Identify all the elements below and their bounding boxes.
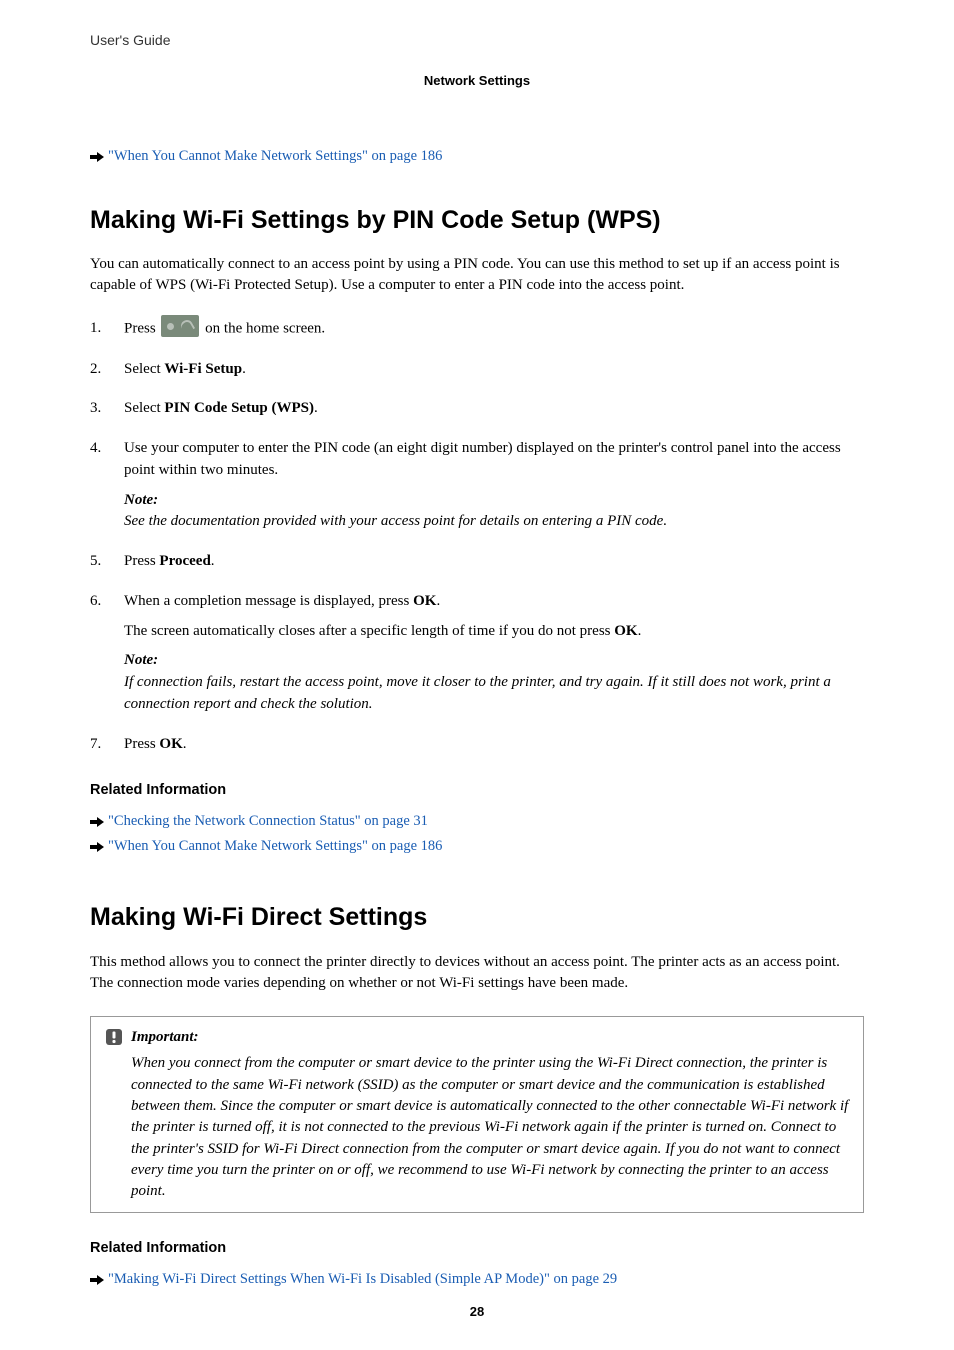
network-icon [161,315,199,337]
step5-text-b: . [211,553,215,569]
page-number: 28 [0,1303,954,1322]
note-2: Note: If connection fails, restart the a… [124,650,864,715]
step6-strong: OK [413,593,436,609]
related-link-row: "Making Wi-Fi Direct Settings When Wi-Fi… [90,1269,864,1290]
header-left: User's Guide [90,30,864,50]
step3-text-b: . [314,400,318,416]
related-link-2-1[interactable]: "Making Wi-Fi Direct Settings When Wi-Fi… [108,1269,617,1290]
step-4: Use your computer to enter the PIN code … [90,438,864,533]
step5-strong: Proceed [159,553,210,569]
step-7: Press OK. [90,734,864,756]
step7-text-a: Press [124,736,159,752]
step-1: Press on the home screen. [90,318,864,340]
note1-text: See the documentation provided with your… [124,511,864,533]
related-info-heading-2: Related Information [90,1238,864,1259]
important-icon [105,1028,123,1046]
related-link-row: "Checking the Network Connection Status"… [90,811,864,832]
header-breadcrumb: Network Settings [90,72,864,91]
step7-text-b: . [183,736,187,752]
important-label: Important: [131,1027,199,1049]
step2-text-b: . [242,361,246,377]
step6-text-a: When a completion message is displayed, … [124,593,413,609]
step3-strong: PIN Code Setup (WPS) [164,400,314,416]
step6-sub-strong: OK [614,623,637,639]
step4-text: Use your computer to enter the PIN code … [124,440,841,478]
step6-sub-b: . [638,623,642,639]
section-heading-direct: Making Wi-Fi Direct Settings [90,899,864,935]
step2-strong: Wi-Fi Setup [164,361,242,377]
step6-sub: The screen automatically closes after a … [124,621,864,643]
note2-text: If connection fails, restart the access … [124,672,864,716]
step6-sub-a: The screen automatically closes after a … [124,623,614,639]
step1-text-b: on the home screen. [201,321,325,337]
arrow-right-icon [90,151,104,163]
step1-text-a: Press [124,321,159,337]
related-info-heading-1: Related Information [90,780,864,801]
note-1: Note: See the documentation provided wit… [124,490,864,534]
arrow-right-icon [90,841,104,853]
arrow-right-icon [90,1274,104,1286]
important-body: When you connect from the computer or sm… [105,1053,849,1202]
important-callout: Important: When you connect from the com… [90,1016,864,1214]
step-2: Select Wi-Fi Setup. [90,359,864,381]
top-cross-reference: "When You Cannot Make Network Settings" … [90,146,864,167]
related-link-1-1[interactable]: "Checking the Network Connection Status"… [108,811,428,832]
section2-intro: This method allows you to connect the pr… [90,952,864,994]
step-6: When a completion message is displayed, … [90,591,864,716]
step-3: Select PIN Code Setup (WPS). [90,398,864,420]
note2-label: Note: [124,650,864,672]
cross-reference-link[interactable]: "When You Cannot Make Network Settings" … [108,146,442,167]
arrow-right-icon [90,816,104,828]
note1-label: Note: [124,490,864,512]
procedure-list-1: Press on the home screen. Select Wi-Fi S… [90,318,864,755]
related-link-1-2[interactable]: "When You Cannot Make Network Settings" … [108,836,442,857]
step7-strong: OK [159,736,182,752]
step5-text-a: Press [124,553,159,569]
step3-text-a: Select [124,400,164,416]
section1-intro: You can automatically connect to an acce… [90,254,864,296]
step6-text-b: . [436,593,440,609]
section-heading-wps: Making Wi-Fi Settings by PIN Code Setup … [90,202,864,238]
related-link-row: "When You Cannot Make Network Settings" … [90,836,864,857]
step-5: Press Proceed. [90,551,864,573]
step2-text-a: Select [124,361,164,377]
